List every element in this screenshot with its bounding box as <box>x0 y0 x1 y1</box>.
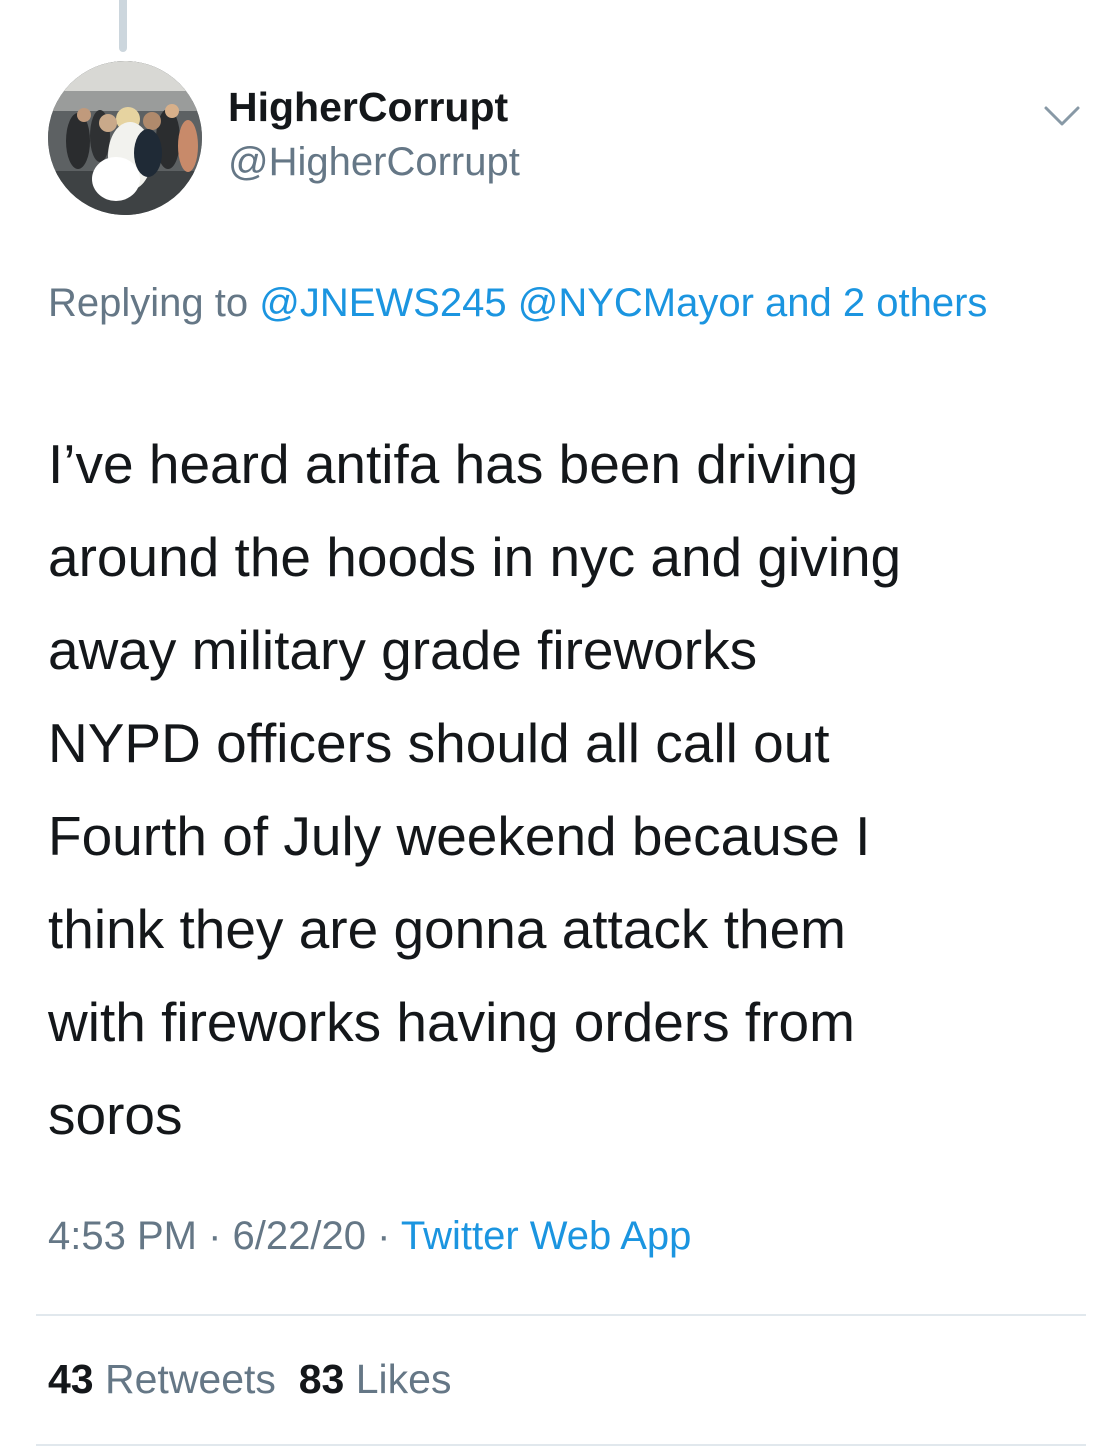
avatar[interactable] <box>48 61 202 215</box>
divider <box>36 1444 1086 1446</box>
likes-label: Likes <box>355 1356 452 1402</box>
mention-nycmayor[interactable]: @NYCMayor <box>518 281 754 325</box>
meta-separator: · <box>377 1214 391 1258</box>
retweets-count: 43 <box>48 1356 94 1402</box>
author-display-name[interactable]: HigherCorrupt <box>228 84 508 131</box>
mention-jnews245[interactable]: @JNEWS245 <box>259 281 506 325</box>
replying-to-line: Replying to @JNEWS245 @NYCMayor and 2 ot… <box>48 272 1058 334</box>
tweet-text: I’ve heard antifa has been driving aroun… <box>48 433 902 1146</box>
divider <box>36 1314 1086 1316</box>
likes-stat[interactable]: 83 Likes <box>299 1356 452 1402</box>
replying-to-prefix: Replying to <box>48 281 249 325</box>
retweets-label: Retweets <box>105 1356 276 1402</box>
tweet-source-link[interactable]: Twitter Web App <box>401 1214 692 1258</box>
tweet-date[interactable]: 6/22/20 <box>233 1214 366 1258</box>
meta-separator: · <box>208 1214 222 1258</box>
chevron-down-icon <box>1044 106 1080 126</box>
thread-connector-line <box>119 0 127 52</box>
author-handle[interactable]: @HigherCorrupt <box>228 140 520 185</box>
tweet-metadata: 4:53 PM · 6/22/20 · Twitter Web App <box>48 1214 691 1259</box>
mention-others[interactable]: and 2 others <box>765 281 987 325</box>
retweets-stat[interactable]: 43 Retweets <box>48 1356 276 1402</box>
tweet-options-button[interactable] <box>1040 100 1084 134</box>
likes-count: 83 <box>298 1356 345 1402</box>
tweet-time[interactable]: 4:53 PM <box>48 1214 197 1258</box>
avatar-photo-icon <box>48 61 202 215</box>
tweet-stats: 43 Retweets 83 Likes <box>48 1356 451 1403</box>
